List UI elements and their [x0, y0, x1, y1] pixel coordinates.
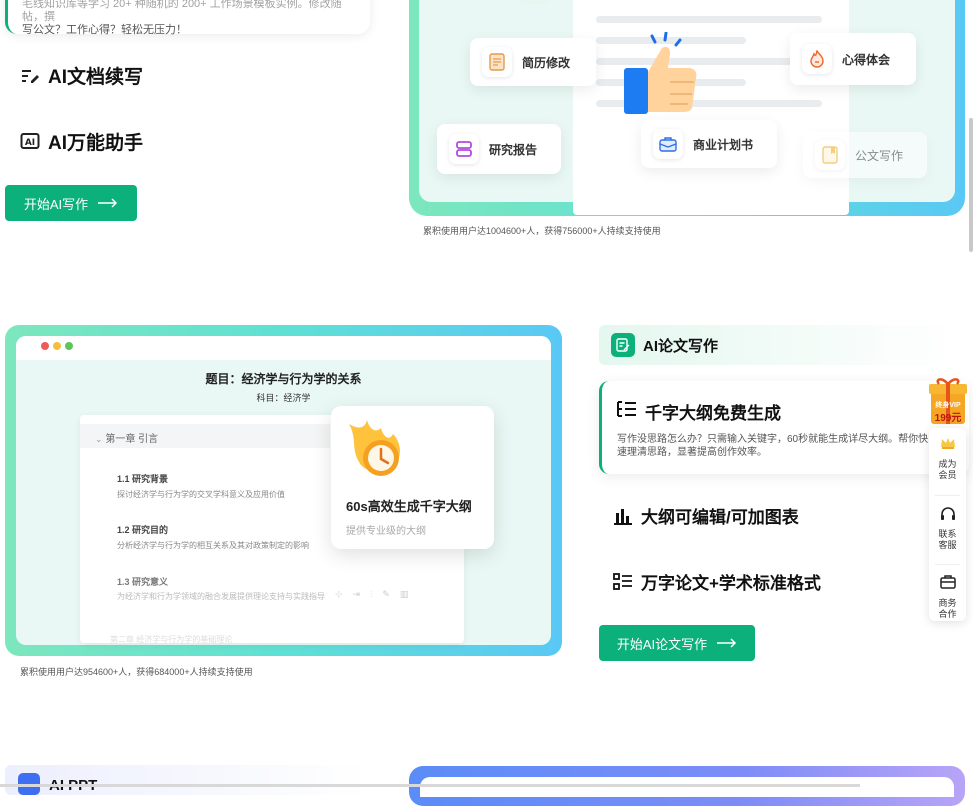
indent-icon[interactable]: ⇥ — [353, 589, 361, 600]
chevron-down-icon: ⌄ — [95, 434, 103, 444]
window-close-dot — [41, 342, 49, 350]
chip-resume-label: 简历修改 — [522, 55, 571, 70]
delete-icon[interactable]: ▥ — [400, 589, 409, 600]
vip-badge[interactable]: 终身VIP 199元 — [927, 376, 969, 426]
outline-item-heading: 1.3 研究意义 — [117, 577, 169, 587]
faded-chapter: 第二章 经济学与行为学的基础理论 — [110, 635, 233, 644]
chip-experience-label: 心得体会 — [842, 52, 891, 67]
vip-line2: 199元 — [934, 413, 962, 424]
feature-outline-card[interactable] — [599, 381, 969, 474]
thumbs-up-icon — [622, 31, 702, 118]
arrow-right-icon — [717, 636, 737, 651]
svg-text:AI: AI — [25, 138, 35, 148]
headset-icon — [940, 506, 956, 525]
window-topbar — [16, 336, 551, 360]
feature-outline-desc-line1: 写作没思路怎么办？只需输入关键字，60秒就能生成详尽大纲。帮你快 — [617, 434, 929, 445]
chip-research[interactable]: 研究报告 — [437, 124, 561, 174]
feature-assistant-label: AI万能助手 — [48, 133, 144, 154]
feature-editable[interactable]: 大纲可编辑/可加图表 — [613, 503, 799, 528]
briefcase-icon — [653, 129, 683, 159]
feature-outline-desc-line2: 速理清思路，显著提高创作效率。 — [617, 447, 767, 458]
feature-outline-desc: 写作没思路怎么办？只需输入关键字，60秒就能生成详尽大纲。帮你快 速理清思路，显… — [617, 433, 947, 459]
feature-editable-label: 大纲可编辑/可加图表 — [641, 508, 799, 527]
flame-icon — [802, 44, 832, 74]
ppt-illustration — [420, 777, 954, 797]
list-outline-icon — [617, 400, 637, 423]
start-paper-writing-label: 开始AI论文写作 — [616, 636, 708, 652]
paper-tag-header: AI论文写作 — [599, 325, 959, 365]
side-divider — [935, 495, 960, 496]
feature-doc-continue[interactable]: AI文档续写 — [20, 62, 143, 89]
chip-resume[interactable]: 简历修改 — [470, 38, 596, 86]
add-icon[interactable]: ⊹ — [335, 589, 343, 600]
window-max-dot — [65, 342, 73, 350]
chapter-title-label: 第一章 引言 — [105, 434, 159, 445]
bar-chart-icon — [613, 506, 633, 526]
service-line1: 联系 — [938, 529, 957, 539]
feature-outline-title: 千字大纲免费生成 — [617, 399, 781, 424]
start-ai-writing-button[interactable]: 开始AI写作 — [5, 185, 137, 221]
start-ai-writing-label: 开始AI写作 — [23, 196, 89, 212]
start-paper-writing-button[interactable]: 开始AI论文写作 — [599, 625, 755, 661]
outline-item-desc: 为经济学和行为学领域的融合发展提供理论支持与实践指导 — [117, 592, 325, 601]
outline-item-desc: 探讨经济学与行为学的交叉学科意义及应用价值 — [117, 490, 285, 499]
member-line2: 会员 — [938, 470, 957, 480]
intro-text-line2: 写公文？工作心得？轻松无压力！ — [22, 24, 187, 36]
edit-icon[interactable]: ✎ — [382, 589, 390, 600]
side-divider — [935, 564, 960, 565]
doc-line — [596, 16, 822, 23]
become-member-button[interactable]: 成为 会员 — [929, 436, 966, 481]
chip-official-doc[interactable]: 公文写作 — [803, 132, 927, 178]
alarm-clock-icon — [343, 418, 407, 484]
speed-title: 60s高效生成千字大纲 — [346, 499, 472, 514]
business-line2: 合作 — [938, 609, 957, 619]
paper-doc-subject: 科目：经济学 — [256, 393, 311, 403]
service-line2: 客服 — [938, 540, 957, 550]
report-icon — [449, 134, 479, 164]
contact-service-button[interactable]: 联系 客服 — [929, 506, 966, 551]
feature-outline-label: 千字大纲免费生成 — [645, 404, 781, 423]
ai-box-icon: AI — [20, 132, 40, 152]
writing-stats: 累积使用用户达1004600+人，获得756000+人持续支持使用 — [423, 226, 661, 236]
notebook-icon — [815, 140, 845, 170]
business-cooperation-button[interactable]: 商务 合作 — [929, 575, 966, 620]
page-scrollbar[interactable] — [969, 118, 973, 252]
chart-icon[interactable]: ⫶ — [370, 589, 372, 600]
chip-official-doc-label: 公文写作 — [855, 148, 904, 163]
arrow-right-icon — [98, 196, 118, 211]
chip-business-plan[interactable]: 商业计划书 — [641, 120, 777, 168]
paper-tag-label: AI论文写作 — [643, 337, 719, 355]
window-min-dot — [53, 342, 61, 350]
chapter-title: ⌄ 第一章 引言 — [95, 430, 158, 445]
member-line1: 成为 — [938, 459, 957, 469]
text-edit-icon — [20, 66, 40, 86]
feature-assistant[interactable]: AI AI万能助手 — [20, 128, 143, 155]
outline-item-heading: 1.2 研究目的 — [117, 525, 169, 535]
chip-experience[interactable]: 心得体会 — [790, 33, 916, 85]
crown-icon — [940, 436, 956, 453]
document-icon — [482, 47, 512, 77]
briefcase-icon — [939, 575, 956, 592]
paper-stats: 累积使用用户达954600+人，获得684000+人持续支持使用 — [20, 667, 253, 677]
feature-doc-continue-label: AI文档续写 — [48, 67, 144, 88]
outline-item-heading: 1.1 研究背景 — [117, 474, 169, 484]
paper-doc-title: 题目：经济学与行为学的关系 — [205, 372, 362, 386]
intro-text-line1: 毛线知识库等学习 20+ 种随机的 200+ 工作场景模板实例。修改随帖，撰 — [22, 0, 342, 23]
business-line1: 商务 — [938, 598, 957, 608]
format-list-icon — [613, 572, 633, 592]
feature-format[interactable]: 万字论文+学术标准格式 — [613, 569, 821, 594]
outline-toolbar: ⊹ ⇥ ⫶ ✎ ▥ — [335, 589, 408, 600]
speed-sub: 提供专业级的大纲 — [346, 526, 426, 537]
chip-business-plan-label: 商业计划书 — [693, 137, 754, 152]
pen-doc-icon — [611, 333, 635, 357]
outline-item-desc: 分析经济学与行为学的相互关系及其对政策制定的影响 — [117, 541, 309, 550]
feature-format-label: 万字论文+学术标准格式 — [641, 574, 821, 593]
writing-intro-card: 毛线知识库等学习 20+ 种随机的 200+ 工作场景模板实例。修改随帖，撰 写… — [5, 0, 370, 36]
chip-research-label: 研究报告 — [489, 142, 538, 157]
